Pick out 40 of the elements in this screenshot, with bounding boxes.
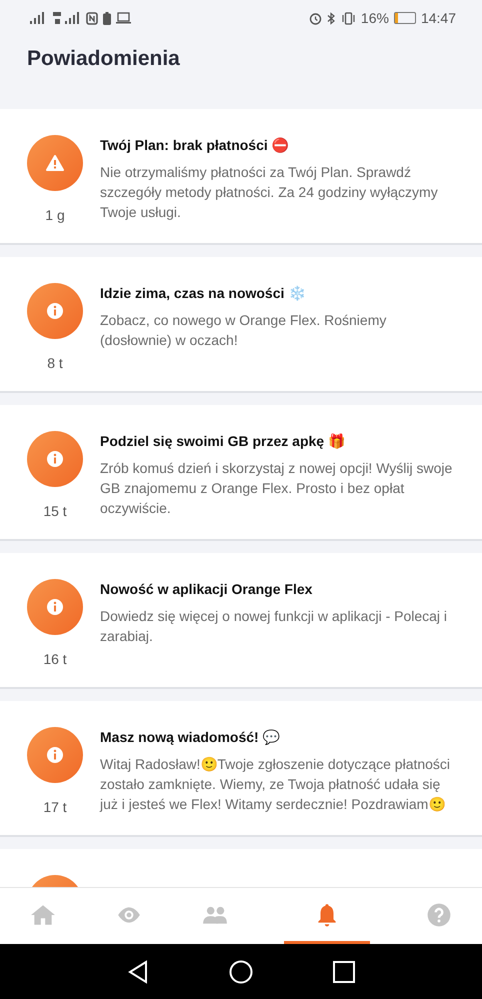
notification-card[interactable]: 15 t Podziel się swoimi GB przez apkę 🎁 Zrób komuś dzień i skorzystaj z nowej opcji! Wyślij swoje GB znajomemu z Orange Flex. Prosto i bez opłat oczywiście. (0, 405, 482, 541)
notification-card[interactable]: 16 t Nowość w aplikacji Orange Flex Dowiedz się więcej o nowej funkcji w aplikacji - Polecaj i zarabiaj. (0, 553, 482, 689)
info-icon (27, 727, 83, 783)
notification-title: Masz nową wiadomość! 💬 (100, 729, 281, 745)
lte-signal-icon (53, 12, 81, 24)
notification-text: Zrób komuś dzień i skorzystaj z nowej opcji! Wyślij swoje GB znajomemu z Orange Flex. Prosto i bez opłat oczywiście. (100, 459, 454, 518)
battery-percent: 16% (360, 10, 389, 26)
notification-title: Twój Plan: brak płatności ⛔ (100, 137, 290, 153)
notification-title: Nowość w aplikacji Orange Flex (100, 581, 314, 597)
vibrate-icon (340, 12, 356, 24)
time-ago: 8 t (47, 355, 63, 371)
help-icon (426, 902, 452, 928)
recents-square-icon[interactable] (333, 960, 355, 982)
home-circle-icon[interactable] (229, 960, 253, 984)
nfc-icon (86, 12, 98, 24)
info-icon (27, 579, 83, 635)
warning-icon (27, 135, 83, 191)
notification-text: Nie otrzymaliśmy płatności za Twój Plan. Sprawdź szczegóły metody płatności. Za 24 godziny wyłączymy Twoje usługi. (100, 163, 439, 222)
clock-time: 14:47 (420, 10, 456, 26)
notification-card[interactable]: 17 t Masz nową wiadomość! 💬 Witaj Radosław!🙂Twoje zgłoszenie dotyczące płatności zostało zamknięte. Wiemy, ze Twoja płatność udała się już i jesteś we Flex! Witamy serdecznie! Pozdrawiam🙂 (0, 701, 482, 837)
time-ago: 16 t (43, 651, 67, 667)
battery-icon (394, 12, 416, 24)
back-icon[interactable] (127, 960, 149, 984)
time-ago: 15 t (43, 503, 67, 519)
alarm-icon (308, 12, 322, 24)
time-ago: 17 t (43, 799, 67, 815)
notification-card[interactable]: 8 t Idzie zima, czas na nowości ❄ Zobacz, co nowego w Orange Flex. Rośniemy (dosłownie) w oczach! (0, 257, 482, 393)
page-title: Powiadomienia (27, 47, 181, 71)
laptop-icon (116, 12, 131, 24)
info-icon (27, 283, 83, 339)
info-icon (27, 431, 83, 487)
notification-text: Witaj Radosław!🙂Twoje zgłoszenie dotyczące płatności zostało zamknięte. Wiemy, ze Twoja płatność udała się już i jesteś we Flex! Witamy serdecznie! Pozdrawiam🙂 (100, 755, 452, 814)
notification-text: Dowiedz się więcej o nowej funkcji w aplikacji - Polecaj i zarabiaj. (100, 607, 448, 646)
time-ago: 1 g (45, 207, 65, 223)
notification-text: Zobacz, co nowego w Orange Flex. Rośniemy (dosłownie) w oczach! (100, 311, 388, 350)
notification-title: Podziel się swoimi GB przez apkę 🎁 (100, 433, 346, 449)
notification-card[interactable]: 1 g Twój Plan: brak płatności ⛔ Nie otrzymaliśmy płatności za Twój Plan. Sprawdź szczegóły metody płatności. Za 24 godziny wyłączymy Twoje usługi. (0, 109, 482, 245)
battery-saver-icon (103, 12, 111, 24)
bluetooth-icon (326, 12, 336, 24)
notification-title: Idzie zima, czas na nowości ❄ (100, 285, 306, 301)
